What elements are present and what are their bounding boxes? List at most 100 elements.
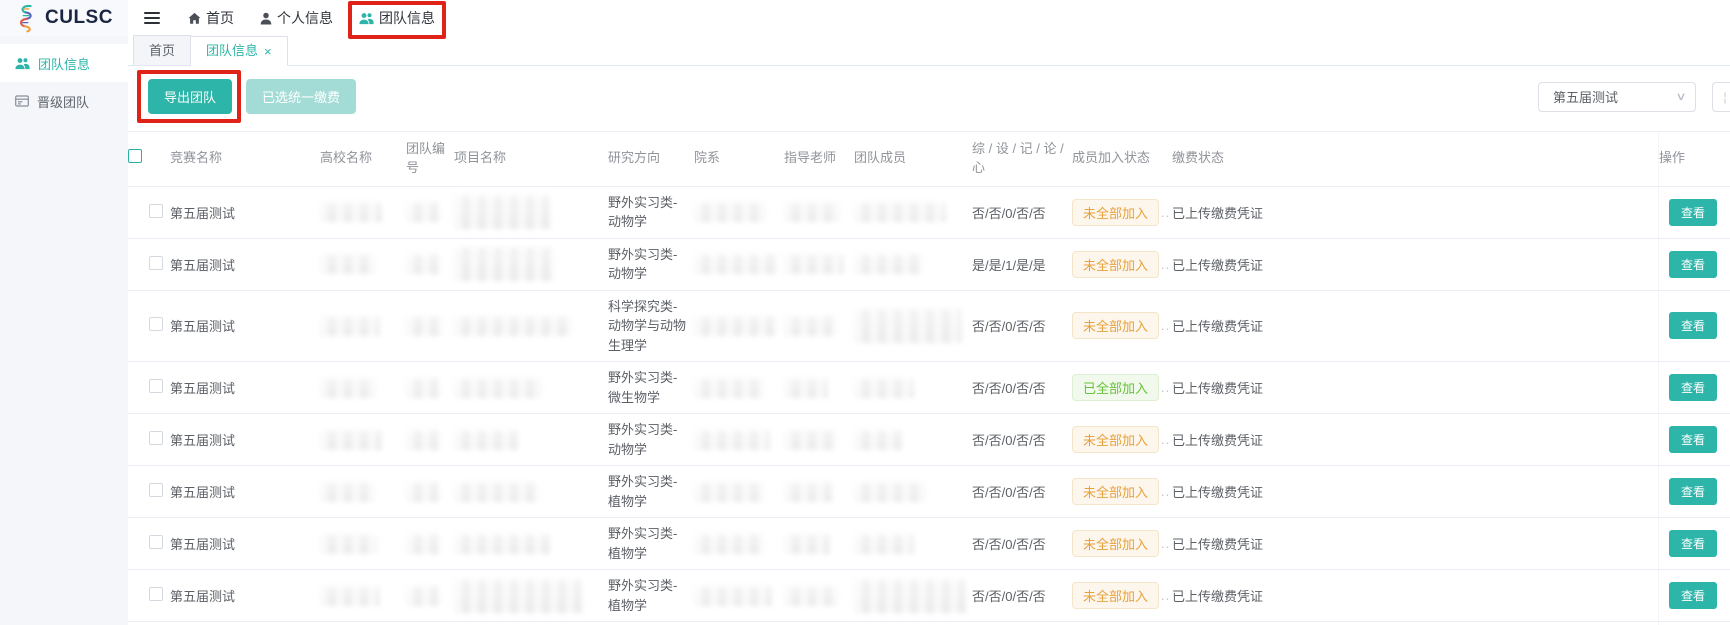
view-button[interactable]: 查看 xyxy=(1669,312,1717,339)
spacer-cell xyxy=(1324,538,1658,550)
redacted-team-no-cell xyxy=(406,482,440,502)
row-checkbox[interactable] xyxy=(149,483,163,497)
redacted-team-no-cell xyxy=(406,254,440,274)
redacted-university-cell xyxy=(320,534,377,554)
redacted-advisor-cell xyxy=(784,316,836,336)
row-checkbox[interactable] xyxy=(149,379,163,393)
nav-item-profile[interactable]: 个人信息 xyxy=(260,8,333,28)
tab-close-icon[interactable]: × xyxy=(264,45,272,58)
table-row: 第五届测试 野外实习类-植物学 否/否/0/否/否 未全部加入 .. 已上传缴费… xyxy=(128,518,1730,570)
table-row: 第五届测试 野外实习类-植物学 否/否/0/否/否 未全部加入 .. 已上传缴费… xyxy=(128,570,1730,622)
chevron-down-icon: ∨ xyxy=(1675,90,1686,103)
competition-name-cell: 第五届测试 xyxy=(170,310,320,341)
spacer-cell xyxy=(1324,434,1658,446)
redacted-department-cell xyxy=(694,430,770,450)
research-direction-cell: 野外实习类-植物学 xyxy=(608,518,694,569)
row-checkbox[interactable] xyxy=(149,317,163,331)
redacted-department-cell xyxy=(694,378,764,398)
top-nav: 首页 个人信息 团队信息 xyxy=(128,0,435,36)
toolbar-right: 第五届测试 ∨ ¦ xyxy=(1538,82,1730,112)
row-checkbox[interactable] xyxy=(149,256,163,270)
redacted-university-cell xyxy=(320,430,382,450)
payment-status-cell: 已上传缴费凭证 xyxy=(1172,580,1324,611)
tab-bar: 首页 团队信息 × xyxy=(128,36,1730,66)
competition-name-cell: 第五届测试 xyxy=(170,580,320,611)
redacted-members-cell xyxy=(854,202,946,222)
truncation-dots: .. xyxy=(1161,484,1170,499)
column-header-team-no: 团队编号 xyxy=(406,132,454,186)
row-checkbox[interactable] xyxy=(149,587,163,601)
culsc-dna-logo-icon xyxy=(14,3,38,33)
redacted-team-no-cell xyxy=(406,378,440,398)
payment-status-cell: 已上传缴费凭证 xyxy=(1172,476,1324,507)
view-button[interactable]: 查看 xyxy=(1669,582,1717,609)
redacted-university-cell xyxy=(320,586,380,606)
research-direction-cell: 野外实习类-动物学 xyxy=(608,414,694,465)
batch-pay-button[interactable]: 已选统一缴费 xyxy=(246,79,356,114)
redacted-advisor-cell xyxy=(784,586,838,606)
view-button[interactable]: 查看 xyxy=(1669,199,1717,226)
redacted-advisor-cell xyxy=(784,534,830,554)
join-status-badge: 未全部加入 xyxy=(1072,426,1159,453)
scores-cell: 是/是/1/是/是 xyxy=(972,249,1072,280)
sidebar-item-promoted-teams[interactable]: 晋级团队 xyxy=(0,82,128,120)
redacted-members-cell xyxy=(854,378,914,398)
column-header-department: 院系 xyxy=(694,141,784,176)
sidebar-item-label: 团队信息 xyxy=(38,54,90,73)
card-icon xyxy=(15,95,29,107)
competition-name-cell: 第五届测试 xyxy=(170,476,320,507)
spacer-cell xyxy=(1324,320,1658,332)
competition-name-cell: 第五届测试 xyxy=(170,372,320,403)
user-icon xyxy=(260,12,272,25)
sidebar: 团队信息 晋级团队 xyxy=(0,36,128,625)
redacted-team-no-cell xyxy=(406,430,440,450)
nav-item-label: 团队信息 xyxy=(379,8,435,28)
redacted-project-cell xyxy=(454,378,542,398)
view-button[interactable]: 查看 xyxy=(1669,530,1717,557)
sidebar-item-team-info[interactable]: 团队信息 xyxy=(0,44,128,82)
tab-home[interactable]: 首页 xyxy=(133,35,191,65)
column-header-payment-status: 缴费状态 xyxy=(1172,141,1324,176)
competition-name-cell: 第五届测试 xyxy=(170,249,320,280)
join-status-badge: 未全部加入 xyxy=(1072,582,1159,609)
redacted-members-cell xyxy=(854,579,966,613)
select-all-checkbox[interactable] xyxy=(128,149,142,163)
truncation-dots: .. xyxy=(1161,380,1170,395)
redacted-university-cell xyxy=(320,316,380,336)
redacted-project-cell xyxy=(454,247,554,281)
competition-name-cell: 第五届测试 xyxy=(170,528,320,559)
view-button[interactable]: 查看 xyxy=(1669,478,1717,505)
export-team-button[interactable]: 导出团队 xyxy=(148,79,232,114)
redacted-project-cell xyxy=(454,430,518,450)
export-team-label: 导出团队 xyxy=(164,90,216,105)
table-header-row: 竞赛名称 高校名称 团队编号 项目名称 研究方向 院系 指导老师 团队成员 综 … xyxy=(128,131,1730,187)
redacted-members-cell xyxy=(854,254,922,274)
tab-team-info[interactable]: 团队信息 × xyxy=(191,36,288,66)
join-status-badge: 未全部加入 xyxy=(1072,199,1159,226)
session-select[interactable]: 第五届测试 ∨ xyxy=(1538,82,1696,112)
app-window: CULSC 首页 个人信息 团 xyxy=(0,0,1730,625)
competition-name-cell: 第五届测试 xyxy=(170,424,320,455)
redacted-members-cell xyxy=(854,482,926,502)
nav-item-label: 首页 xyxy=(206,8,234,28)
hamburger-icon[interactable] xyxy=(142,8,162,28)
view-button[interactable]: 查看 xyxy=(1669,374,1717,401)
redacted-project-cell xyxy=(454,316,572,336)
table-row: 第五届测试 野外实习类-植物学 否/否/0/否/否 未全部加入 .. 已上传缴费… xyxy=(128,466,1730,518)
redacted-department-cell xyxy=(694,316,776,336)
view-button[interactable]: 查看 xyxy=(1669,251,1717,278)
table-row: 第五届测试 野外实习类-动物学 否/否/0/否/否 未全部加入 .. 已上传缴费… xyxy=(128,414,1730,466)
scores-cell: 否/否/0/否/否 xyxy=(972,310,1072,341)
scores-cell: 否/否/0/否/否 xyxy=(972,580,1072,611)
nav-item-team[interactable]: 团队信息 xyxy=(359,8,435,28)
view-button[interactable]: 查看 xyxy=(1669,426,1717,453)
partial-control[interactable]: ¦ xyxy=(1712,82,1730,112)
table-row: 第五届测试 野外实习类-动物学 否/否/0/否/否 未全部加入 .. 已上传缴费… xyxy=(128,187,1730,239)
row-checkbox[interactable] xyxy=(149,204,163,218)
spacer-cell xyxy=(1324,486,1658,498)
truncation-dots: .. xyxy=(1161,588,1170,603)
nav-item-home[interactable]: 首页 xyxy=(188,8,234,28)
row-checkbox[interactable] xyxy=(149,431,163,445)
batch-pay-label: 已选统一缴费 xyxy=(262,90,340,105)
row-checkbox[interactable] xyxy=(149,535,163,549)
